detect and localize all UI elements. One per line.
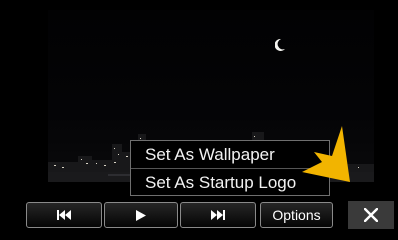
next-button[interactable] (180, 202, 256, 228)
moon-graphic (275, 39, 285, 51)
skip-previous-icon (57, 210, 71, 220)
playback-control-bar: Options (0, 198, 398, 232)
options-button[interactable]: Options (260, 202, 333, 228)
pointer-arrow-icon (302, 126, 350, 182)
play-button[interactable] (104, 202, 178, 228)
close-button[interactable] (348, 201, 394, 229)
photo-viewer-screen: Set As Wallpaper Set As Startup Logo Opt… (0, 0, 398, 240)
options-label: Options (272, 207, 321, 223)
play-icon (136, 209, 146, 221)
close-icon (364, 208, 378, 222)
skip-next-icon (211, 210, 225, 220)
previous-button[interactable] (26, 202, 102, 228)
